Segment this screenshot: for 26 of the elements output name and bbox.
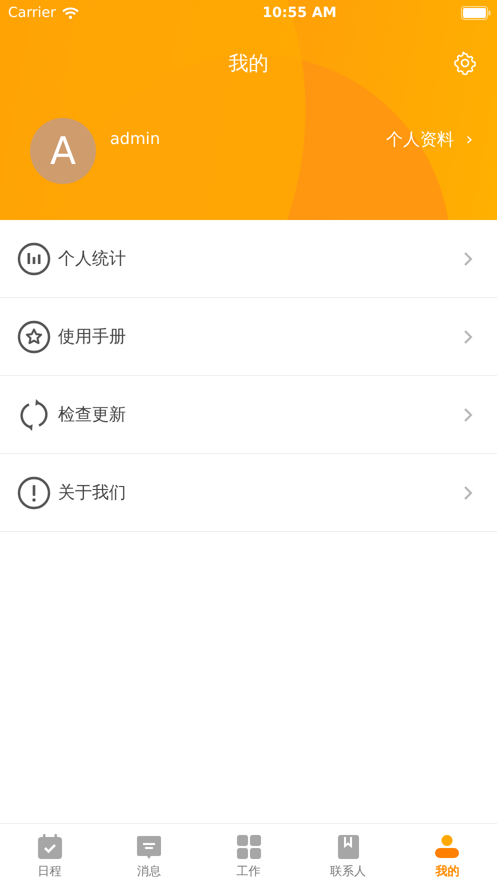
page-title: 我的 bbox=[228, 50, 268, 77]
menu-item[interactable]: 个人统计 bbox=[0, 220, 497, 298]
tab-item[interactable]: 日程 bbox=[0, 824, 100, 883]
battery-icon bbox=[461, 6, 491, 20]
avatar: A bbox=[30, 118, 96, 184]
carrier-label: Carrier bbox=[8, 4, 56, 20]
tab-item[interactable]: 联系人 bbox=[298, 824, 398, 883]
message-icon bbox=[135, 833, 164, 861]
chevron-right-icon bbox=[463, 328, 473, 344]
calendar-icon bbox=[36, 833, 64, 861]
chevron-right-icon bbox=[463, 484, 473, 500]
chevron-right-icon bbox=[463, 406, 473, 422]
info-icon bbox=[17, 476, 51, 510]
person-icon bbox=[433, 833, 462, 861]
grid-icon bbox=[234, 833, 263, 861]
wifi-icon bbox=[62, 6, 79, 18]
menu-item[interactable]: 检查更新 bbox=[0, 376, 497, 454]
menu-item[interactable]: 关于我们 bbox=[0, 454, 497, 531]
tab-item[interactable]: 消息 bbox=[99, 824, 199, 883]
settings-icon[interactable] bbox=[453, 51, 477, 75]
chevron-right-icon bbox=[463, 250, 473, 266]
status-time: 10:55 AM bbox=[262, 4, 337, 20]
username: admin bbox=[110, 129, 160, 148]
bar-chart-icon bbox=[17, 242, 51, 276]
menu-item[interactable]: 使用手册 bbox=[0, 298, 497, 376]
tab-item[interactable]: 工作 bbox=[198, 824, 298, 883]
